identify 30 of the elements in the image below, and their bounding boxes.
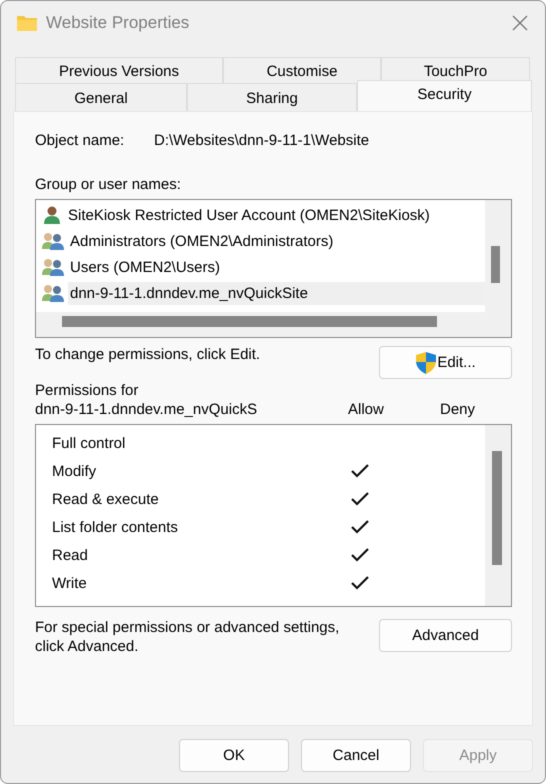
window-title: Website Properties — [46, 13, 190, 33]
tab[interactable]: Sharing — [187, 83, 357, 111]
column-header: Allow — [348, 401, 385, 418]
column-header: Deny — [440, 401, 476, 418]
permission-name: Modify — [52, 462, 98, 480]
user-list[interactable]: SiteKiosk Restricted User Account (OMEN2\SiteKiosk) Administrators (OMEN2\Administrators) Users (OMEN2\Users) dnn-9-11-1.dnndev.me_nvQuickSite — [35, 199, 512, 338]
principal-name: dnn-9-11-1.dnndev.me_nvQuickS — [35, 401, 258, 418]
permission-name: Full control — [52, 434, 126, 452]
user-list-item[interactable]: Administrators (OMEN2\Administrators) — [68, 230, 336, 252]
group-list-label: Group or user names: — [35, 176, 182, 193]
edit-button[interactable]: Edit... — [379, 346, 512, 379]
tab[interactable]: Previous Versions — [15, 57, 223, 83]
change-permissions-hint: To change permissions, click Edit. — [35, 346, 260, 363]
object-name-label: Object name: — [35, 132, 126, 149]
tab[interactable]: General — [15, 83, 187, 111]
user-list-item[interactable]: Users (OMEN2\Users) — [68, 256, 222, 278]
advanced-button[interactable]: Advanced — [379, 619, 512, 652]
dialog-button[interactable]: Cancel — [301, 739, 411, 772]
permission-name: Write — [52, 574, 88, 592]
dialog-button[interactable]: OK — [179, 739, 289, 772]
object-name-value: D:\Websites\dnn-9-11-1\Website — [154, 132, 370, 149]
permissions-label: Permissions for — [35, 382, 140, 399]
permission-name: Read — [52, 546, 89, 564]
permission-name: Read & execute — [52, 490, 160, 508]
tab[interactable]: Customise — [223, 57, 381, 83]
tab[interactable]: Security — [357, 80, 532, 111]
advanced-hint: For special permissions or advanced settings, click Advanced. — [35, 618, 340, 656]
user-list-item[interactable]: SiteKiosk Restricted User Account (OMEN2\SiteKiosk) — [66, 204, 432, 226]
user-list-item[interactable]: dnn-9-11-1.dnndev.me_nvQuickSite — [68, 282, 485, 304]
permission-name: List folder contents — [52, 518, 179, 536]
